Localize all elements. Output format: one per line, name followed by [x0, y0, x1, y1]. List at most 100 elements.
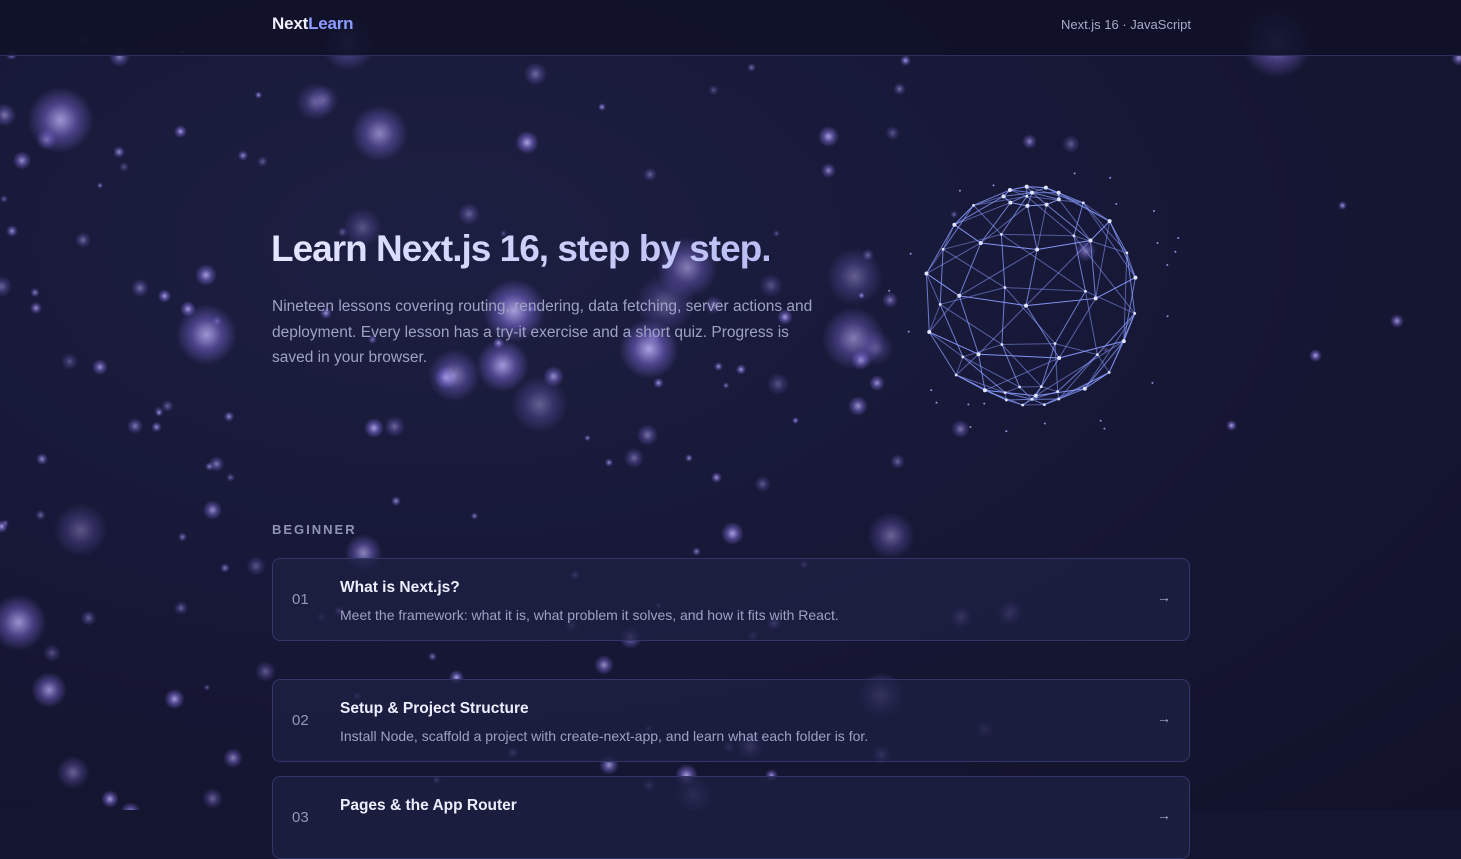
lesson-card-02[interactable]: 02 Setup & Project Structure Install Nod…	[272, 679, 1190, 762]
particle-orb	[1226, 420, 1237, 431]
sparkle-dot	[1151, 382, 1153, 384]
globe-vertex	[1008, 201, 1012, 205]
globe-edge	[979, 354, 985, 390]
particle-orb	[120, 802, 142, 810]
particle-orb	[594, 655, 614, 675]
sparkle-dot	[1103, 428, 1105, 430]
logo[interactable]: NextLearn	[272, 14, 353, 34]
particle-orb	[637, 424, 659, 446]
globe-edge	[979, 306, 1027, 355]
sparkle-dot	[969, 426, 971, 428]
lesson-card-03[interactable]: 03 Pages & the App Router →	[272, 776, 1190, 859]
particle-orb	[867, 512, 914, 559]
particle-orb	[351, 105, 408, 162]
globe-vertex	[1125, 251, 1128, 254]
globe-vertex	[1057, 191, 1061, 195]
globe-vertex	[924, 272, 928, 276]
logo-next-text: Next	[272, 14, 308, 33]
particle-orb	[605, 458, 614, 467]
globe-vertex	[1025, 204, 1029, 208]
particle-orb	[685, 454, 693, 462]
globe-vertex	[1024, 304, 1028, 308]
particle-orb	[515, 131, 538, 154]
globe-vertex	[972, 204, 975, 207]
particle-orb	[584, 435, 590, 441]
globe-vertex	[1021, 404, 1024, 407]
globe-vertex	[1133, 312, 1136, 315]
particle-orb	[885, 126, 900, 141]
particle-orb	[220, 563, 230, 573]
globe-vertex	[1084, 290, 1087, 293]
sparkle-dot	[888, 290, 890, 292]
particle-orb	[156, 410, 162, 416]
globe-edge	[1047, 199, 1059, 204]
globe-vertex	[1122, 339, 1126, 343]
particle-orb	[119, 162, 130, 173]
globe-vertex	[983, 388, 987, 392]
sparkle-dot	[1156, 242, 1158, 244]
globe-edge	[1046, 188, 1059, 193]
sparkle-dot	[930, 389, 932, 391]
particle-orb	[204, 684, 211, 691]
globe-vertex	[1089, 239, 1093, 243]
particle-orb	[0, 594, 47, 651]
particle-orb	[624, 448, 644, 468]
particle-orb	[212, 316, 222, 326]
globe-vertex	[1031, 398, 1034, 401]
globe-edge	[1085, 291, 1097, 354]
particle-orb	[364, 418, 384, 438]
globe-vertex	[1002, 194, 1006, 198]
sparkle-dot	[910, 253, 912, 255]
particle-orb	[209, 456, 225, 472]
particle-orb	[653, 378, 663, 388]
particle-orb	[75, 232, 91, 248]
globe-edge	[940, 249, 943, 304]
globe-edge	[926, 243, 980, 274]
sparkle-dot	[1153, 210, 1155, 212]
particle-orb	[178, 532, 187, 541]
particle-orb	[900, 55, 911, 66]
particle-orb	[92, 359, 108, 375]
lesson-title: Pages & the App Router	[340, 797, 517, 815]
particle-orb	[890, 454, 904, 468]
globe-edge	[956, 375, 1005, 393]
particle-orb	[180, 301, 196, 317]
particle-orb	[818, 126, 839, 147]
sparkle-dot	[1166, 264, 1168, 266]
particle-orb	[238, 150, 249, 161]
globe-edge	[1055, 344, 1097, 355]
globe-edge	[1001, 196, 1027, 234]
globe-vertex	[1057, 356, 1061, 360]
particle-orb	[391, 496, 401, 506]
globe-edge	[1002, 344, 1020, 387]
sparkle-dot	[1005, 430, 1007, 432]
particle-orb	[30, 288, 40, 298]
globe-edge	[981, 243, 1037, 250]
globe-vertex	[1057, 398, 1060, 401]
globe-edge	[1055, 291, 1085, 343]
globe-vertex	[961, 355, 964, 358]
globe-vertex	[1094, 296, 1098, 300]
globe-vertex	[1034, 394, 1038, 398]
sparkle-dot	[936, 402, 938, 404]
particle-orb	[643, 168, 656, 181]
particle-orb	[36, 453, 48, 465]
particle-orb	[6, 225, 18, 237]
particle-orb	[36, 129, 57, 150]
globe-edge	[1097, 355, 1109, 373]
lesson-card-01[interactable]: 01 What is Next.js? Meet the framework: …	[272, 558, 1190, 641]
particle-orb	[721, 522, 743, 544]
tech-stack-label: Next.js 16 · JavaScript	[1061, 17, 1191, 32]
hero-title: Learn Next.js 16, step by step.	[271, 228, 771, 270]
particle-orb	[792, 417, 799, 424]
particle-orb	[224, 411, 234, 421]
globe-edge	[1006, 399, 1032, 400]
globe-edge	[1026, 306, 1059, 358]
globe-edge	[926, 274, 929, 332]
particle-orb	[1309, 349, 1322, 362]
particle-orb	[203, 500, 223, 520]
particle-orb	[151, 422, 161, 432]
particle-orb	[202, 788, 223, 809]
globe-edge	[1096, 278, 1136, 299]
globe-edge	[943, 249, 1005, 287]
